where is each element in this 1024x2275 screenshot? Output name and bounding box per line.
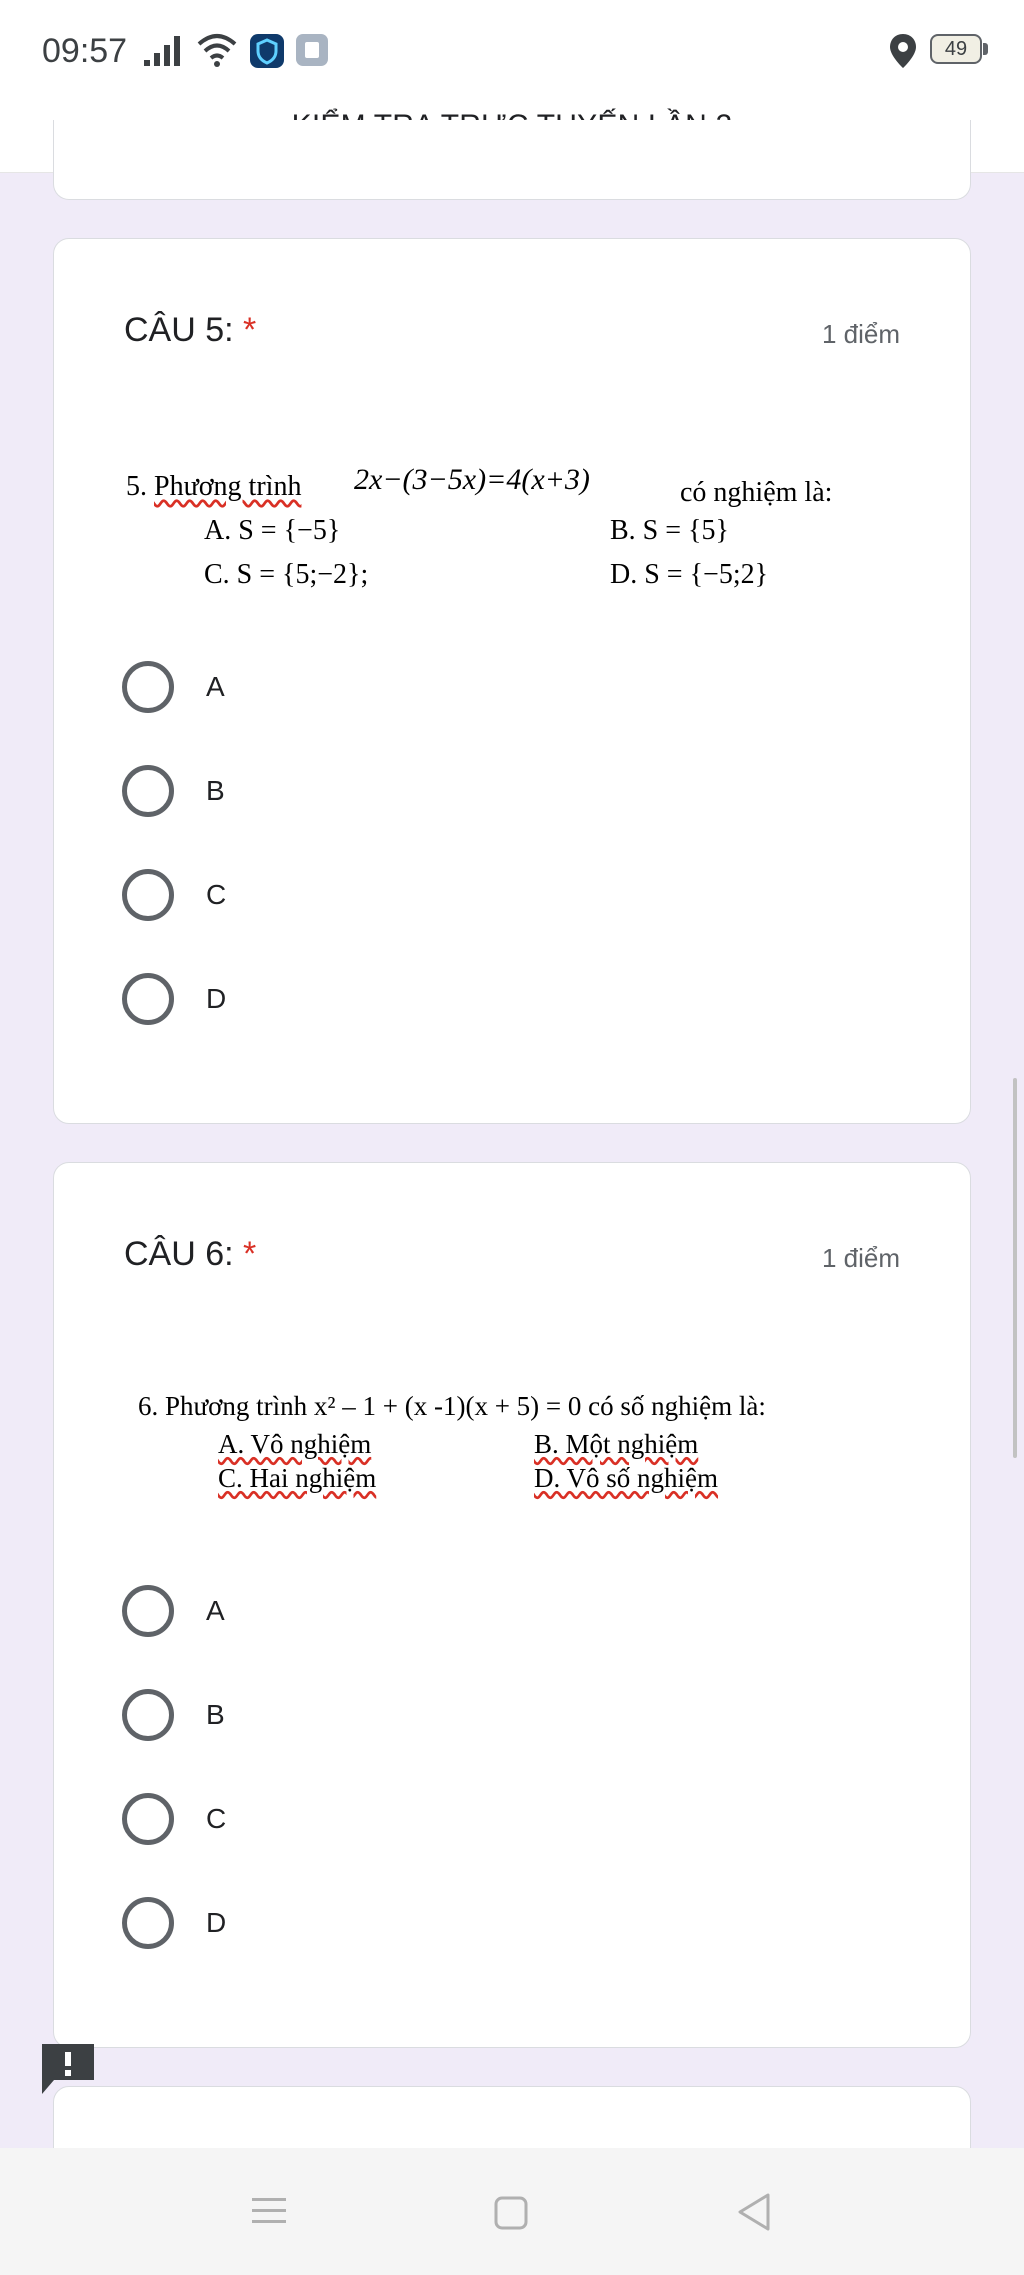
question-points: 1 điểm <box>821 319 900 349</box>
location-icon <box>890 34 916 68</box>
shield-app-icon <box>250 34 284 68</box>
question-text-line1: 6. Phương trình x² – 1 + (x -1)(x + 5) =… <box>138 1391 766 1421</box>
question-image: 6. Phương trình x² – 1 + (x -1)(x + 5) =… <box>138 1385 918 1495</box>
question-word: Phương trình <box>154 471 302 502</box>
option-b[interactable]: B <box>122 1689 622 1753</box>
question-text-line1: 5. Phương trình <box>126 471 301 503</box>
radio-button[interactable] <box>122 1793 174 1845</box>
battery-level: 49 <box>944 38 968 60</box>
radio-button[interactable] <box>122 661 174 713</box>
choice-c-text: C. S = {5;−2}; <box>204 559 369 590</box>
option-label: C <box>206 1803 227 1834</box>
question-title-text: CÂU 6: <box>124 1235 234 1273</box>
choice-c-text: C. Hai nghiệm <box>218 1463 377 1493</box>
question-card-6: CÂU 6: * 1 điểm 6. Phương trình x² – 1 +… <box>53 1162 971 2048</box>
question-card-5: CÂU 5: * 1 điểm 5. Phương trình 2x−(3−5x… <box>53 238 971 1124</box>
question-title-text: CÂU 5: <box>124 311 234 349</box>
question-points: 1 điểm <box>821 1243 900 1273</box>
radio-button[interactable] <box>122 1689 174 1741</box>
option-label: B <box>206 1699 225 1730</box>
nav-home-icon[interactable] <box>494 2196 528 2230</box>
signal-icon <box>144 36 180 66</box>
question-image: 5. Phương trình 2x−(3−5x)=4(x+3) có nghi… <box>126 459 886 599</box>
option-label: D <box>206 983 227 1014</box>
option-c[interactable]: C <box>122 869 622 933</box>
option-label: A <box>206 1595 225 1626</box>
radio-button[interactable] <box>122 973 174 1025</box>
option-d[interactable]: D <box>122 973 622 1037</box>
question-title: CÂU 5: * <box>124 311 256 350</box>
option-b[interactable]: B <box>122 765 622 829</box>
question-equation: 2x−(3−5x)=4(x+3) <box>354 463 590 496</box>
option-a[interactable]: A <box>122 1585 622 1649</box>
previous-question-card <box>53 120 971 200</box>
radio-button[interactable] <box>122 1897 174 1949</box>
question-number: 5. <box>126 471 147 502</box>
radio-button[interactable] <box>122 1585 174 1637</box>
choice-d-text: D. S = {−5;2} <box>610 559 769 590</box>
app-icon <box>296 34 328 66</box>
choice-b-text: B. Một nghiệm <box>534 1429 699 1459</box>
nav-menu-icon[interactable] <box>252 2196 286 2226</box>
choice-d-text: D. Vô số nghiệm <box>534 1463 719 1493</box>
choice-a-text: A. S = {−5} <box>204 515 341 546</box>
question-title: CÂU 6: * <box>124 1235 256 1274</box>
status-bar: 09:57 49 <box>0 0 1024 100</box>
battery-cap <box>983 43 988 55</box>
nav-back-icon[interactable] <box>736 2192 772 2232</box>
status-time: 09:57 <box>42 32 128 70</box>
wifi-icon <box>197 34 237 67</box>
feedback-icon[interactable] <box>38 2040 98 2098</box>
option-c[interactable]: C <box>122 1793 622 1857</box>
option-label: A <box>206 671 225 702</box>
required-star: * <box>243 1235 257 1273</box>
option-label: D <box>206 1907 227 1938</box>
option-a[interactable]: A <box>122 661 622 725</box>
scrollbar[interactable] <box>1013 1078 1017 1458</box>
option-label: B <box>206 775 225 806</box>
radio-button[interactable] <box>122 869 174 921</box>
choice-a-text: A. Vô nghiệm <box>218 1429 372 1459</box>
option-d[interactable]: D <box>122 1897 622 1961</box>
battery-icon: 49 <box>930 34 982 64</box>
required-star: * <box>243 311 257 349</box>
radio-button[interactable] <box>122 765 174 817</box>
option-label: C <box>206 879 227 910</box>
question-suffix: có nghiệm là: <box>680 477 833 508</box>
choice-b-text: B. S = {5} <box>610 515 729 546</box>
